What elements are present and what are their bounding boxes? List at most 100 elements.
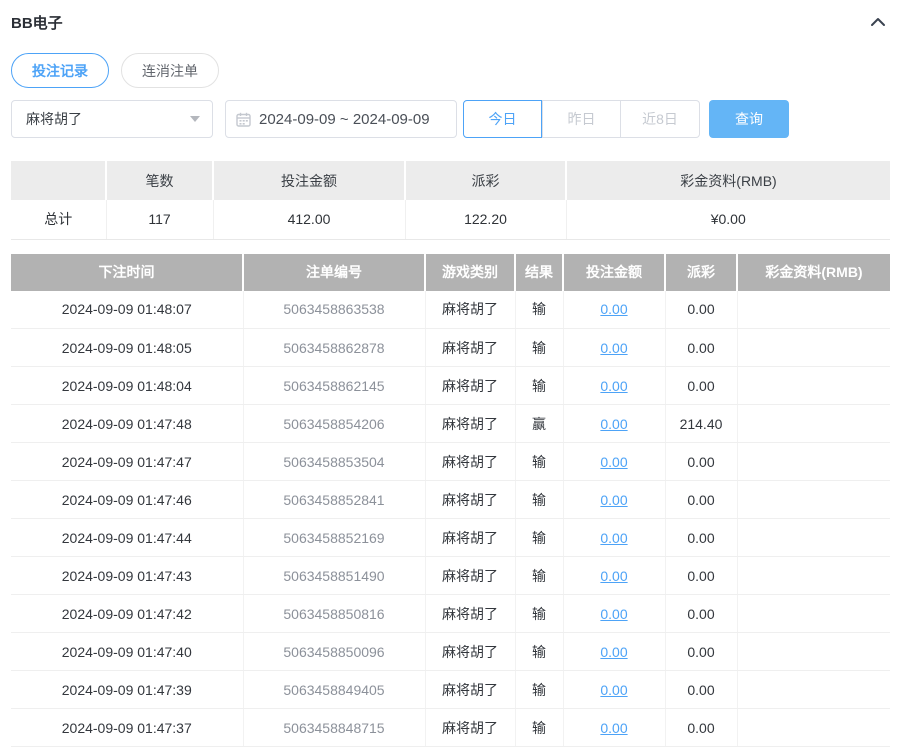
cell-result: 输 xyxy=(515,633,563,671)
cell-bet-time: 2024-09-09 01:48:04 xyxy=(11,367,243,405)
search-button[interactable]: 查询 xyxy=(709,100,789,138)
cell-bet-amount: 0.00 xyxy=(563,367,665,405)
cell-bet-amount: 0.00 xyxy=(563,633,665,671)
cell-result: 输 xyxy=(515,329,563,367)
table-row: 2024-09-09 01:47:47 5063458853504 麻将胡了 输… xyxy=(11,443,890,481)
cell-game-type: 麻将胡了 xyxy=(425,557,515,595)
cell-result: 输 xyxy=(515,557,563,595)
bet-amount-link[interactable]: 0.00 xyxy=(600,378,627,394)
table-row: 2024-09-09 01:47:48 5063458854206 麻将胡了 赢… xyxy=(11,405,890,443)
cell-payout: 0.00 xyxy=(665,709,737,747)
cell-bet-time: 2024-09-09 01:47:46 xyxy=(11,481,243,519)
bet-amount-link[interactable]: 0.00 xyxy=(600,644,627,660)
cell-result: 赢 xyxy=(515,405,563,443)
cell-bet-time: 2024-09-09 01:47:42 xyxy=(11,595,243,633)
cell-result: 输 xyxy=(515,519,563,557)
collapse-panel-button[interactable] xyxy=(866,15,890,29)
cell-order-no: 5063458852841 xyxy=(243,481,425,519)
table-row: 2024-09-09 01:48:04 5063458862145 麻将胡了 输… xyxy=(11,367,890,405)
cell-bet-time: 2024-09-09 01:47:37 xyxy=(11,709,243,747)
cell-payout: 0.00 xyxy=(665,481,737,519)
cell-bonus xyxy=(737,633,890,671)
cell-order-no: 5063458862145 xyxy=(243,367,425,405)
game-type-select[interactable]: 麻将胡了 xyxy=(11,100,213,138)
cell-bonus xyxy=(737,671,890,709)
cell-game-type: 麻将胡了 xyxy=(425,709,515,747)
cell-payout: 0.00 xyxy=(665,671,737,709)
date-range-input[interactable]: 2024-09-09 ~ 2024-09-09 xyxy=(225,100,457,138)
table-row: 2024-09-09 01:47:46 5063458852841 麻将胡了 输… xyxy=(11,481,890,519)
cell-bonus xyxy=(737,519,890,557)
cell-order-no: 5063458852169 xyxy=(243,519,425,557)
cell-payout: 214.40 xyxy=(665,405,737,443)
table-row: 2024-09-09 01:47:37 5063458848715 麻将胡了 输… xyxy=(11,709,890,747)
filter-controls: 麻将胡了 2024-09-09 ~ 2024-09-09 xyxy=(11,100,890,138)
records-table: 下注时间 注单编号 游戏类别 结果 投注金额 派彩 彩金资料(RMB) 2024… xyxy=(11,254,890,747)
cell-bet-amount: 0.00 xyxy=(563,443,665,481)
bet-amount-link[interactable]: 0.00 xyxy=(600,530,627,546)
cell-bonus xyxy=(737,481,890,519)
cell-payout: 0.00 xyxy=(665,595,737,633)
cell-result: 输 xyxy=(515,671,563,709)
cell-bonus xyxy=(737,595,890,633)
cell-bet-amount: 0.00 xyxy=(563,709,665,747)
summary-header-row: 笔数 投注金额 派彩 彩金资料(RMB) xyxy=(11,161,890,200)
summary-total-count: 117 xyxy=(106,200,213,239)
cell-bonus xyxy=(737,329,890,367)
cell-bet-time: 2024-09-09 01:47:43 xyxy=(11,557,243,595)
header-payout: 派彩 xyxy=(665,254,737,291)
chevron-up-icon xyxy=(870,17,886,27)
quick-filter-yesterday[interactable]: 昨日 xyxy=(542,100,621,138)
tab-cancelled-orders[interactable]: 连消注单 xyxy=(121,53,219,88)
caret-down-icon xyxy=(190,116,200,122)
table-row: 2024-09-09 01:47:40 5063458850096 麻将胡了 输… xyxy=(11,633,890,671)
bet-amount-link[interactable]: 0.00 xyxy=(600,340,627,356)
tab-betting-records[interactable]: 投注记录 xyxy=(11,53,109,88)
cell-bet-time: 2024-09-09 01:47:47 xyxy=(11,443,243,481)
header-bet-time: 下注时间 xyxy=(11,254,243,291)
cell-game-type: 麻将胡了 xyxy=(425,671,515,709)
cell-bet-amount: 0.00 xyxy=(563,291,665,329)
table-row: 2024-09-09 01:47:42 5063458850816 麻将胡了 输… xyxy=(11,595,890,633)
cell-order-no: 5063458848715 xyxy=(243,709,425,747)
cell-bet-time: 2024-09-09 01:47:40 xyxy=(11,633,243,671)
summary-total-bet-amount: 412.00 xyxy=(213,200,405,239)
bet-amount-link[interactable]: 0.00 xyxy=(600,301,627,317)
cell-order-no: 5063458850096 xyxy=(243,633,425,671)
bet-amount-link[interactable]: 0.00 xyxy=(600,454,627,470)
page-title: BB电子 xyxy=(11,12,63,33)
cell-bonus xyxy=(737,709,890,747)
cell-payout: 0.00 xyxy=(665,519,737,557)
summary-header-blank xyxy=(11,161,106,200)
cell-bonus xyxy=(737,291,890,329)
summary-table: 笔数 投注金额 派彩 彩金资料(RMB) 总计 117 412.00 122.2… xyxy=(11,161,890,240)
cell-bet-amount: 0.00 xyxy=(563,405,665,443)
cell-bet-amount: 0.00 xyxy=(563,329,665,367)
summary-total-row: 总计 117 412.00 122.20 ¥0.00 xyxy=(11,200,890,239)
bet-amount-link[interactable]: 0.00 xyxy=(600,682,627,698)
cell-order-no: 5063458854206 xyxy=(243,405,425,443)
summary-header-count: 笔数 xyxy=(106,161,213,200)
cell-game-type: 麻将胡了 xyxy=(425,443,515,481)
bet-amount-link[interactable]: 0.00 xyxy=(600,606,627,622)
summary-header-payout: 派彩 xyxy=(405,161,566,200)
quick-filter-last-8-days[interactable]: 近8日 xyxy=(621,100,700,138)
table-row: 2024-09-09 01:47:44 5063458852169 麻将胡了 输… xyxy=(11,519,890,557)
cell-game-type: 麻将胡了 xyxy=(425,519,515,557)
cell-game-type: 麻将胡了 xyxy=(425,291,515,329)
date-quick-filter-group: 今日 昨日 近8日 xyxy=(463,100,700,138)
header-result: 结果 xyxy=(515,254,563,291)
bet-amount-link[interactable]: 0.00 xyxy=(600,492,627,508)
cell-game-type: 麻将胡了 xyxy=(425,405,515,443)
cell-order-no: 5063458853504 xyxy=(243,443,425,481)
cell-result: 输 xyxy=(515,367,563,405)
cell-bonus xyxy=(737,367,890,405)
quick-filter-today[interactable]: 今日 xyxy=(463,100,542,138)
cell-bet-amount: 0.00 xyxy=(563,557,665,595)
bet-amount-link[interactable]: 0.00 xyxy=(600,720,627,736)
table-row: 2024-09-09 01:48:05 5063458862878 麻将胡了 输… xyxy=(11,329,890,367)
cell-bet-time: 2024-09-09 01:47:44 xyxy=(11,519,243,557)
bet-amount-link[interactable]: 0.00 xyxy=(600,416,627,432)
bet-amount-link[interactable]: 0.00 xyxy=(600,568,627,584)
header-bonus: 彩金资料(RMB) xyxy=(737,254,890,291)
